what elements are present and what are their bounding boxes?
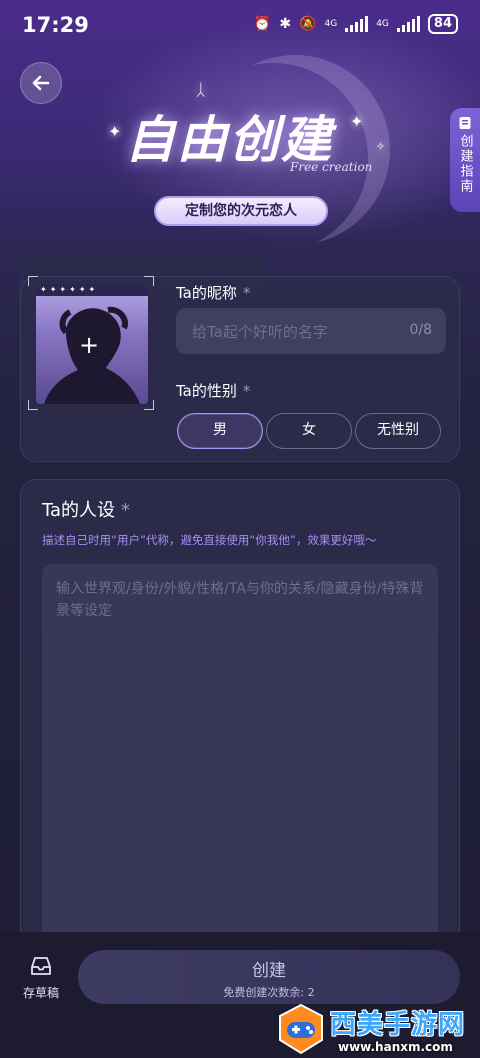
nickname-placeholder: 给Ta起个好听的名字 bbox=[192, 323, 328, 341]
watermark: 西美手游网 www.hanxm.com bbox=[272, 1000, 480, 1058]
persona-hint: 描述自己时用“用户”代称，避免直接使用“你我他”，效果更好哦～ bbox=[42, 533, 377, 547]
creation-guide-tab[interactable]: 创建指南 bbox=[450, 108, 480, 212]
persona-title: Ta的人设 * bbox=[42, 500, 131, 521]
required-mark: * bbox=[121, 500, 131, 521]
gamepad-logo-icon bbox=[279, 1003, 323, 1055]
create-button[interactable]: 创建 免费创建次数余: 2 bbox=[78, 950, 460, 1004]
watermark-title: 西美手游网 bbox=[330, 1010, 466, 1040]
inbox-icon bbox=[31, 957, 51, 975]
back-button[interactable] bbox=[20, 62, 62, 104]
nickname-input[interactable]: 给Ta起个好听的名字 0/8 bbox=[176, 308, 446, 354]
tagline-badge: 定制您的次元恋人 bbox=[154, 196, 328, 226]
required-mark: * bbox=[242, 284, 251, 302]
bluetooth-icon: ✱ bbox=[279, 16, 292, 32]
avatar-decor-strip: ✦✦✦✦✦✦ bbox=[36, 284, 148, 296]
nickname-char-count: 0/8 bbox=[409, 322, 432, 338]
sparkle-icon: ✦ bbox=[350, 112, 364, 131]
arrow-left-icon bbox=[32, 75, 50, 91]
signal-icon bbox=[345, 16, 369, 32]
page-subtitle-en: Free creation bbox=[290, 160, 373, 174]
save-draft-label: 存草稿 bbox=[22, 986, 59, 1000]
signal-icon-2 bbox=[396, 16, 420, 32]
create-button-label: 创建 bbox=[252, 961, 286, 981]
battery-icon: 84 bbox=[427, 14, 458, 34]
gender-option-male[interactable]: 男 bbox=[177, 413, 263, 449]
butterfly-icon: ᛸ bbox=[196, 80, 206, 99]
required-mark: * bbox=[242, 382, 251, 400]
free-create-remaining: 免费创建次数余: 2 bbox=[223, 986, 315, 999]
status-time: 17:29 bbox=[22, 13, 89, 37]
status-icons: ⏰ ✱ 🔕 4G 4G 84 bbox=[254, 14, 458, 34]
gender-label: Ta的性别 * bbox=[176, 382, 251, 400]
alarm-icon: ⏰ bbox=[253, 16, 272, 32]
nickname-label: Ta的昵称 * bbox=[176, 284, 251, 302]
sparkle-icon: ✧ bbox=[376, 140, 386, 153]
sparkle-icon: ✦ bbox=[108, 122, 122, 141]
mute-icon: 🔕 bbox=[299, 16, 317, 32]
network-type-1: 4G bbox=[324, 18, 338, 29]
network-type-2: 4G bbox=[376, 18, 389, 29]
gender-option-none[interactable]: 无性别 bbox=[355, 413, 441, 449]
watermark-url: www.hanxm.com bbox=[338, 1040, 453, 1054]
persona-placeholder: 输入世界观/身份/外貌/性格/TA与你的关系/隐藏身份/特殊背景等设定 bbox=[56, 581, 424, 619]
add-avatar-icon[interactable]: + bbox=[79, 333, 99, 357]
persona-textarea[interactable]: 输入世界观/身份/外貌/性格/TA与你的关系/隐藏身份/特殊背景等设定 bbox=[42, 564, 438, 964]
document-icon bbox=[459, 117, 471, 129]
guide-tab-label: 创建指南 bbox=[457, 134, 473, 194]
save-draft-button[interactable]: 存草稿 bbox=[14, 956, 68, 1001]
status-bar: 17:29 ⏰ ✱ 🔕 4G 4G 84 bbox=[0, 0, 480, 50]
gender-option-female[interactable]: 女 bbox=[266, 413, 352, 449]
